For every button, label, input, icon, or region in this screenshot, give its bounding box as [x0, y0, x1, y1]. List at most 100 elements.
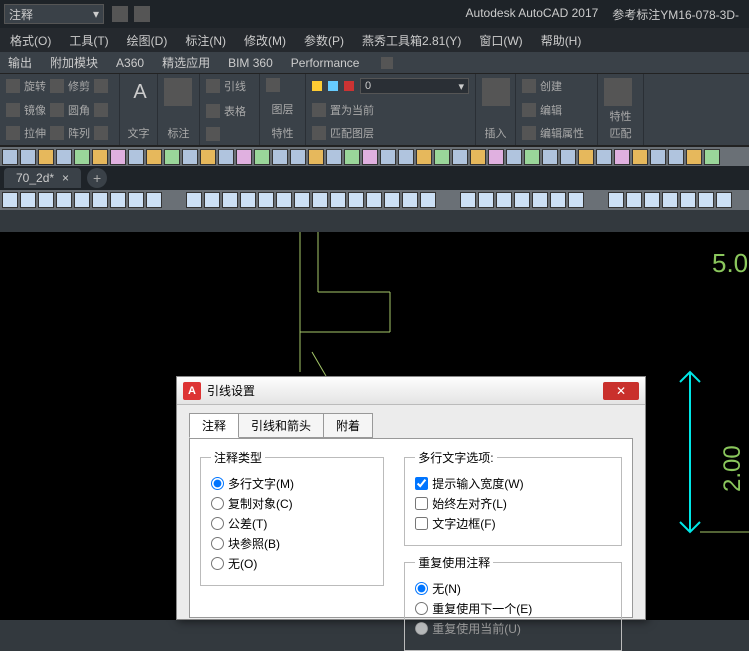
- dialog-titlebar[interactable]: A 引线设置 ✕: [177, 377, 645, 405]
- tb2-icon[interactable]: [20, 192, 36, 208]
- rotate-icon[interactable]: [6, 79, 20, 93]
- tb2-icon[interactable]: [204, 192, 220, 208]
- tb-icon[interactable]: [20, 149, 36, 165]
- menu-modify[interactable]: 修改(M): [244, 32, 286, 49]
- tb-icon[interactable]: [2, 149, 18, 165]
- tb2-icon[interactable]: [74, 192, 90, 208]
- tb-icon[interactable]: [272, 149, 288, 165]
- tb-icon[interactable]: [92, 149, 108, 165]
- lightbulb-icon[interactable]: [312, 81, 322, 91]
- check-text-frame[interactable]: [415, 517, 428, 530]
- tb-icon[interactable]: [110, 149, 126, 165]
- ribtab-performance[interactable]: Performance: [291, 56, 360, 70]
- dim-icon[interactable]: [164, 78, 192, 106]
- tab-leader-arrow[interactable]: 引线和箭头: [238, 413, 324, 438]
- tb-icon[interactable]: [218, 149, 234, 165]
- hatch-icon[interactable]: [206, 127, 220, 141]
- tb-icon[interactable]: [506, 149, 522, 165]
- tb2-icon[interactable]: [276, 192, 292, 208]
- tb2-icon[interactable]: [384, 192, 400, 208]
- close-icon[interactable]: ×: [62, 171, 69, 185]
- tb2-icon[interactable]: [420, 192, 436, 208]
- tb-icon[interactable]: [308, 149, 324, 165]
- tb-icon[interactable]: [398, 149, 414, 165]
- freeze-icon[interactable]: [328, 81, 338, 91]
- radio-reuse-none[interactable]: [415, 582, 428, 595]
- text-icon[interactable]: A: [126, 78, 154, 106]
- tb2-icon[interactable]: [222, 192, 238, 208]
- menu-format[interactable]: 格式(O): [10, 32, 51, 49]
- misc-icon3[interactable]: [94, 126, 108, 140]
- radio-reuse-next[interactable]: [415, 602, 428, 615]
- tb2-icon[interactable]: [680, 192, 696, 208]
- tb2-icon[interactable]: [514, 192, 530, 208]
- tab-attachment[interactable]: 附着: [323, 413, 373, 438]
- misc-icon2[interactable]: [94, 103, 108, 117]
- tb2-icon[interactable]: [240, 192, 256, 208]
- tab-annotation[interactable]: 注释: [189, 413, 239, 438]
- menu-params[interactable]: 参数(P): [304, 32, 344, 49]
- tb2-icon[interactable]: [568, 192, 584, 208]
- tb2-icon[interactable]: [128, 192, 144, 208]
- tb-icon[interactable]: [164, 149, 180, 165]
- check-left-align[interactable]: [415, 497, 428, 510]
- tb2-icon[interactable]: [550, 192, 566, 208]
- tb-icon[interactable]: [560, 149, 576, 165]
- menu-tools[interactable]: 工具(T): [69, 32, 108, 49]
- tb-icon[interactable]: [452, 149, 468, 165]
- tb-icon[interactable]: [650, 149, 666, 165]
- new-tab-button[interactable]: +: [87, 168, 107, 188]
- tb-icon[interactable]: [686, 149, 702, 165]
- tb2-icon[interactable]: [478, 192, 494, 208]
- tb2-icon[interactable]: [258, 192, 274, 208]
- tb-icon[interactable]: [146, 149, 162, 165]
- matchprops-icon[interactable]: [604, 78, 632, 106]
- tb2-icon[interactable]: [146, 192, 162, 208]
- ribtab-addins[interactable]: 附加模块: [50, 54, 98, 71]
- editattr-icon[interactable]: [522, 126, 536, 140]
- menu-window[interactable]: 窗口(W): [479, 32, 522, 49]
- setcurrent-icon[interactable]: [312, 103, 326, 117]
- insert-icon[interactable]: [482, 78, 510, 106]
- tb-icon[interactable]: [290, 149, 306, 165]
- layer-icon1[interactable]: [266, 78, 280, 92]
- close-button[interactable]: ✕: [603, 382, 639, 400]
- menu-help[interactable]: 帮助(H): [541, 32, 582, 49]
- tb-icon[interactable]: [470, 149, 486, 165]
- tb2-icon[interactable]: [644, 192, 660, 208]
- create-icon[interactable]: [522, 79, 536, 93]
- check-prompt-width[interactable]: [415, 477, 428, 490]
- edit-icon[interactable]: [522, 103, 536, 117]
- tb2-icon[interactable]: [92, 192, 108, 208]
- fillet-icon[interactable]: [50, 103, 64, 117]
- tb-icon[interactable]: [344, 149, 360, 165]
- tb2-icon[interactable]: [2, 192, 18, 208]
- ribtab-featured[interactable]: 精选应用: [162, 54, 210, 71]
- tb-icon[interactable]: [578, 149, 594, 165]
- tb-icon[interactable]: [74, 149, 90, 165]
- tb-icon[interactable]: [128, 149, 144, 165]
- tb2-icon[interactable]: [366, 192, 382, 208]
- tb2-icon[interactable]: [460, 192, 476, 208]
- ribtab-bim360[interactable]: BIM 360: [228, 56, 273, 70]
- tb2-icon[interactable]: [716, 192, 732, 208]
- menu-yanxiu[interactable]: 燕秀工具箱2.81(Y): [362, 32, 461, 49]
- tb2-icon[interactable]: [626, 192, 642, 208]
- qat-icon-2[interactable]: [134, 6, 150, 22]
- tb-icon[interactable]: [632, 149, 648, 165]
- matchlayer-icon[interactable]: [312, 126, 326, 140]
- tb2-icon[interactable]: [186, 192, 202, 208]
- tb-icon[interactable]: [182, 149, 198, 165]
- tb-icon[interactable]: [542, 149, 558, 165]
- tb2-icon[interactable]: [56, 192, 72, 208]
- radio-none[interactable]: [211, 557, 224, 570]
- doc-tab-active[interactable]: 70_2d* ×: [4, 168, 81, 188]
- tb-icon[interactable]: [524, 149, 540, 165]
- tb-icon[interactable]: [416, 149, 432, 165]
- tb2-icon[interactable]: [110, 192, 126, 208]
- tb-icon[interactable]: [434, 149, 450, 165]
- tb2-icon[interactable]: [496, 192, 512, 208]
- tb2-icon[interactable]: [698, 192, 714, 208]
- stretch-icon[interactable]: [6, 126, 20, 140]
- tb2-icon[interactable]: [608, 192, 624, 208]
